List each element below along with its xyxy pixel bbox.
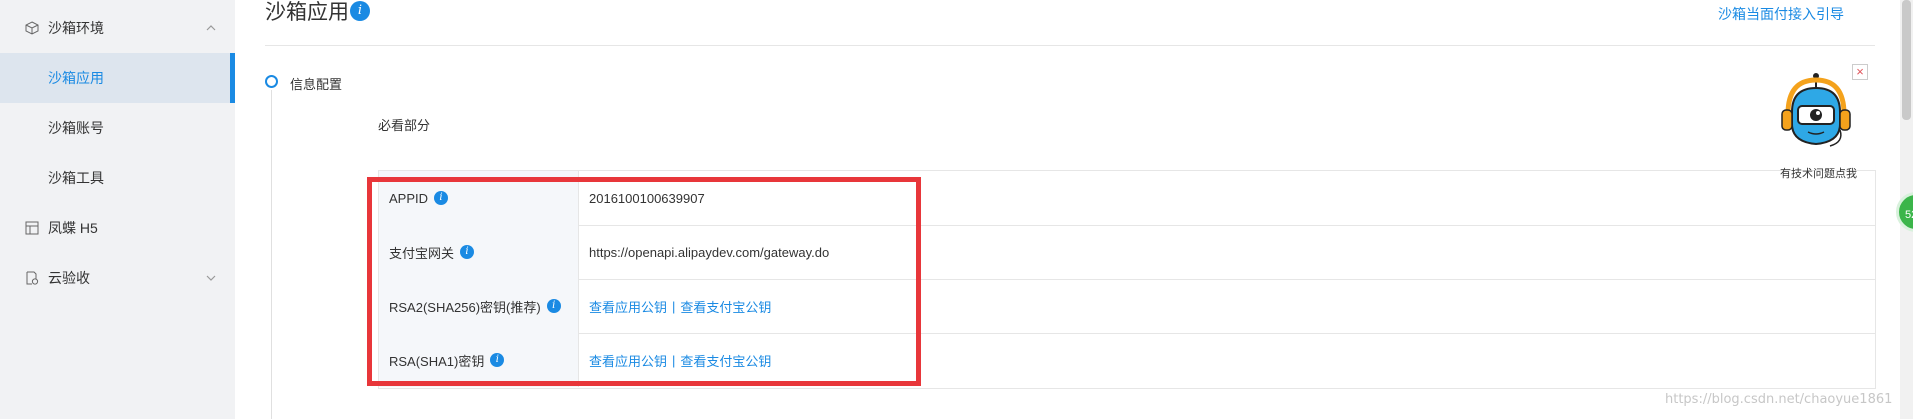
nav-group-fengdie-h5[interactable]: 凤蝶 H5 <box>0 203 235 253</box>
sidebar-item-sandbox-app[interactable]: 沙箱应用 <box>0 53 235 103</box>
table-row: 支付宝网关 i https://openapi.alipaydev.com/ga… <box>379 225 1875 280</box>
config-key-label: 支付宝网关 <box>389 245 455 261</box>
chevron-up-icon <box>206 25 216 31</box>
grid-icon <box>25 221 39 235</box>
timeline-line <box>271 90 272 419</box>
info-icon[interactable]: i <box>434 191 449 205</box>
config-key-label: APPID <box>389 190 429 206</box>
document-check-icon <box>26 271 39 285</box>
config-key: RSA2(SHA256)密钥(推荐) i <box>379 279 579 333</box>
helper-label[interactable]: 有技术问题点我 <box>1780 165 1857 181</box>
nav-group-label: 云验收 <box>48 270 90 286</box>
robot-mascot-icon[interactable] <box>1778 72 1854 172</box>
config-key: APPID i <box>379 171 579 225</box>
config-value: 2016100100639907 <box>589 190 705 206</box>
nav-group-label: 凤蝶 H5 <box>48 220 98 236</box>
sidebar-item-label: 沙箱账号 <box>48 120 104 136</box>
sidebar-item-sandbox-account[interactable]: 沙箱账号 <box>0 103 235 153</box>
link-separator: | <box>672 352 676 368</box>
table-row: RSA2(SHA256)密钥(推荐) i 查看应用公钥 | 查看支付宝公钥 <box>379 279 1875 334</box>
section-subtitle: 必看部分 <box>378 118 431 133</box>
scrollbar-thumb[interactable] <box>1902 0 1911 120</box>
nav-group-label: 沙箱环境 <box>48 20 104 36</box>
sidebar-item-label: 沙箱应用 <box>48 70 104 86</box>
cube-icon <box>25 21 39 35</box>
guide-link[interactable]: 沙箱当面付接入引导 <box>1718 4 1844 24</box>
timeline-node-icon <box>265 75 278 88</box>
table-row: RSA(SHA1)密钥 i 查看应用公钥 | 查看支付宝公钥 <box>379 333 1875 387</box>
chevron-down-icon <box>206 275 216 281</box>
link-separator: | <box>672 298 676 314</box>
info-icon[interactable]: i <box>546 299 561 313</box>
config-key-label: RSA(SHA1)密钥 <box>389 353 485 369</box>
view-alipay-public-key-link[interactable]: 查看支付宝公钥 <box>680 351 771 370</box>
config-value: https://openapi.alipaydev.com/gateway.do <box>589 244 830 260</box>
view-app-public-key-link[interactable]: 查看应用公钥 <box>589 351 667 370</box>
floating-badge[interactable]: 52 <box>1896 192 1913 232</box>
config-key: 支付宝网关 i <box>379 225 579 279</box>
view-app-public-key-link[interactable]: 查看应用公钥 <box>589 297 667 316</box>
info-icon[interactable]: i <box>460 245 475 259</box>
sidebar-item-label: 沙箱工具 <box>48 170 104 186</box>
nav-group-sandbox-env[interactable]: 沙箱环境 <box>0 3 235 53</box>
info-icon[interactable]: i <box>490 353 505 367</box>
table-row: APPID i 2016100100639907 <box>379 171 1875 226</box>
section-title: 信息配置 <box>290 77 343 92</box>
sidebar: 沙箱环境 沙箱应用 沙箱账号 沙箱工具 凤蝶 H5 云验收 <box>0 0 235 419</box>
info-icon[interactable]: i <box>350 1 370 21</box>
sidebar-item-sandbox-tools[interactable]: 沙箱工具 <box>0 153 235 203</box>
config-key: RSA(SHA1)密钥 i <box>379 333 579 387</box>
config-value: 查看应用公钥 | 查看支付宝公钥 <box>589 333 771 387</box>
page-title: 沙箱应用 <box>265 1 349 24</box>
header-divider <box>265 45 1875 46</box>
config-key-label: RSA2(SHA256)密钥(推荐) <box>389 299 541 315</box>
close-icon[interactable]: × <box>1852 64 1868 80</box>
config-value: 查看应用公钥 | 查看支付宝公钥 <box>589 279 771 333</box>
watermark-text: https://blog.csdn.net/chaoyue1861 <box>1665 392 1893 407</box>
config-table: APPID i 2016100100639907 支付宝网关 i https:/… <box>378 170 1876 389</box>
nav-group-cloud-acceptance[interactable]: 云验收 <box>0 253 235 303</box>
view-alipay-public-key-link[interactable]: 查看支付宝公钥 <box>680 297 771 316</box>
